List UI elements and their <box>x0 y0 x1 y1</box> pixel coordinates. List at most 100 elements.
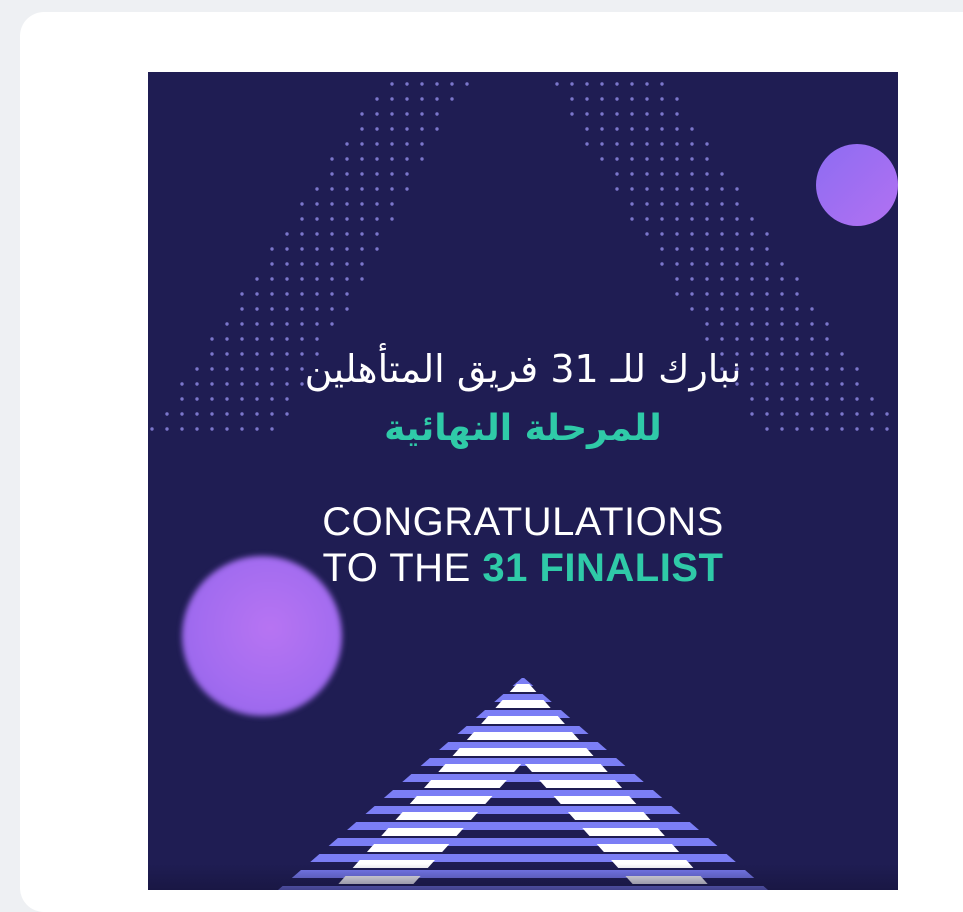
background-artwork <box>150 82 889 890</box>
pattern-dot <box>780 397 784 401</box>
chevron-stripe-blue <box>278 822 768 830</box>
pattern-dot <box>585 142 589 146</box>
pattern-dot <box>360 262 364 266</box>
pattern-dot <box>645 82 649 86</box>
pattern-dot <box>615 82 619 86</box>
pattern-dot <box>660 187 664 191</box>
pattern-dot <box>750 337 754 341</box>
pattern-dot <box>180 397 184 401</box>
pattern-dot <box>360 232 364 236</box>
pattern-dot <box>705 187 709 191</box>
pattern-dot <box>375 157 379 161</box>
pattern-dot <box>240 307 244 311</box>
pattern-dot <box>780 307 784 311</box>
pattern-dot <box>360 247 364 251</box>
pattern-dot <box>315 262 319 266</box>
pattern-dot <box>375 247 379 251</box>
pattern-dot <box>330 187 334 191</box>
pattern-dot <box>615 97 619 101</box>
pattern-dot <box>660 262 664 266</box>
pattern-dot <box>765 307 769 311</box>
pattern-dot <box>660 202 664 206</box>
arabic-headline: نبارك للـ 31 فريق المتأهلين <box>304 347 742 391</box>
pattern-dot <box>390 127 394 131</box>
pattern-dot <box>675 187 679 191</box>
pattern-dot <box>675 292 679 296</box>
pattern-dot <box>825 397 829 401</box>
pattern-dot <box>375 217 379 221</box>
pattern-dot <box>660 217 664 221</box>
pattern-dot <box>645 202 649 206</box>
pattern-dot <box>300 277 304 281</box>
pattern-dot <box>675 202 679 206</box>
pattern-dot <box>390 142 394 146</box>
pattern-dot <box>795 277 799 281</box>
pattern-dot <box>345 142 349 146</box>
pattern-dot <box>735 262 739 266</box>
pattern-dot <box>330 217 334 221</box>
pattern-dot <box>240 292 244 296</box>
pattern-dot <box>660 142 664 146</box>
pattern-dot <box>210 337 214 341</box>
pattern-dot <box>375 127 379 131</box>
pattern-dot <box>735 307 739 311</box>
pattern-dot <box>270 337 274 341</box>
pattern-dot <box>735 217 739 221</box>
pattern-dot <box>855 397 859 401</box>
pattern-dot <box>600 142 604 146</box>
pattern-dot <box>375 172 379 176</box>
pattern-dot <box>750 397 754 401</box>
pattern-dot <box>375 202 379 206</box>
pattern-dot <box>240 337 244 341</box>
chevron-stripe-blue <box>278 774 768 782</box>
chevron-stripe-blue <box>278 790 768 798</box>
pattern-dot <box>750 307 754 311</box>
pattern-dot <box>420 142 424 146</box>
pattern-dot <box>570 112 574 116</box>
pattern-dot <box>795 292 799 296</box>
pattern-dot <box>585 127 589 131</box>
pattern-dot <box>315 277 319 281</box>
pattern-dot <box>690 142 694 146</box>
pattern-dot <box>630 112 634 116</box>
post-image[interactable]: نبارك للـ 31 فريق المتأهلين للمرحلة النه… <box>148 72 898 890</box>
pattern-dot <box>645 112 649 116</box>
pattern-dot <box>285 322 289 326</box>
pattern-dot <box>420 82 424 86</box>
pattern-dot <box>270 277 274 281</box>
pattern-dot <box>705 217 709 221</box>
pattern-dot <box>705 172 709 176</box>
english-headline: CONGRATULATIONS <box>322 500 724 544</box>
pattern-dot <box>825 322 829 326</box>
pattern-dot <box>705 247 709 251</box>
pattern-dot <box>690 157 694 161</box>
pattern-dot <box>675 232 679 236</box>
pattern-dot <box>720 202 724 206</box>
pattern-dot <box>330 292 334 296</box>
pattern-dot <box>285 262 289 266</box>
pattern-dot <box>375 187 379 191</box>
pattern-dot <box>705 322 709 326</box>
pattern-dot <box>390 82 394 86</box>
pattern-dot <box>750 232 754 236</box>
pattern-dot <box>675 127 679 131</box>
pattern-dot <box>375 232 379 236</box>
pattern-dot <box>675 262 679 266</box>
pattern-dot <box>360 202 364 206</box>
pattern-dot <box>270 247 274 251</box>
pattern-dot <box>660 232 664 236</box>
pattern-dot <box>780 262 784 266</box>
chevron-stripe-white <box>333 716 713 724</box>
pattern-dot <box>645 127 649 131</box>
pattern-dot <box>270 262 274 266</box>
pattern-dot <box>645 157 649 161</box>
pattern-dot <box>630 202 634 206</box>
pattern-dot <box>225 322 229 326</box>
pattern-dot <box>705 232 709 236</box>
pattern-dot <box>270 292 274 296</box>
pattern-dot <box>690 247 694 251</box>
pattern-dot <box>345 262 349 266</box>
pattern-dot <box>240 322 244 326</box>
pattern-dot <box>555 82 559 86</box>
pattern-dot <box>390 112 394 116</box>
